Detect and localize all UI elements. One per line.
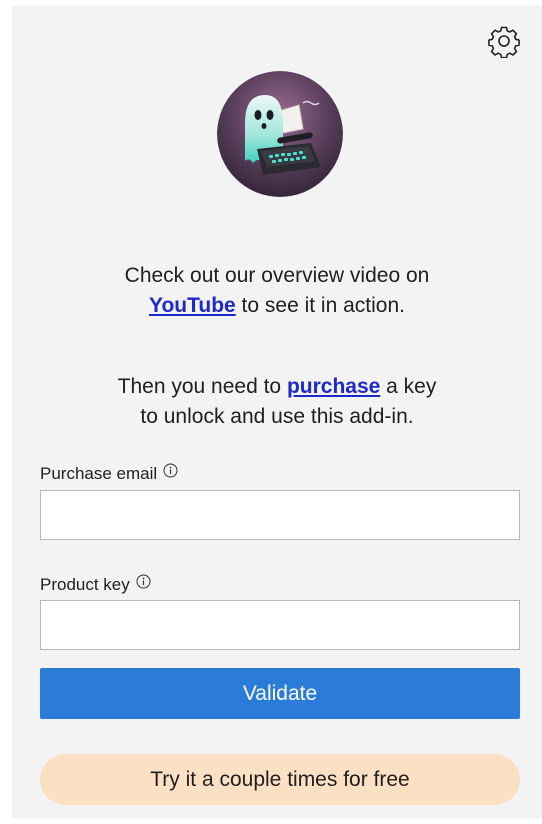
product-key-label-text: Product key — [40, 575, 130, 594]
purchase-link[interactable]: purchase — [287, 375, 380, 398]
info-icon[interactable] — [163, 463, 178, 478]
ghost-typewriter-logo — [217, 71, 343, 197]
overview-line2-text: to see it in action. — [235, 294, 405, 317]
overview-message: Check out our overview video on YouTube … — [12, 261, 542, 321]
product-key-field[interactable] — [40, 600, 520, 650]
purchase-suffix: a key — [380, 375, 437, 398]
overview-line1: Check out our overview video on — [124, 264, 430, 287]
addin-panel: Check out our overview video on YouTube … — [12, 6, 542, 818]
settings-gear-icon[interactable] — [487, 24, 521, 59]
purchase-line1: Then you need to purchase a key — [12, 372, 542, 402]
overview-line2: YouTube to see it in action. — [12, 291, 542, 321]
purchase-line2: to unlock and use this add-in. — [140, 405, 414, 428]
product-key-label: Product key — [40, 574, 151, 595]
youtube-link[interactable]: YouTube — [149, 294, 236, 317]
try-free-button[interactable]: Try it a couple times for free — [40, 754, 520, 805]
info-icon[interactable] — [136, 574, 151, 589]
purchase-email-label: Purchase email — [40, 463, 178, 484]
purchase-prefix: Then you need to — [117, 375, 287, 398]
validate-button[interactable]: Validate — [40, 668, 520, 719]
purchase-message: Then you need to purchase a key to unloc… — [12, 372, 542, 432]
purchase-email-label-text: Purchase email — [40, 464, 158, 483]
purchase-email-field[interactable] — [40, 490, 520, 540]
